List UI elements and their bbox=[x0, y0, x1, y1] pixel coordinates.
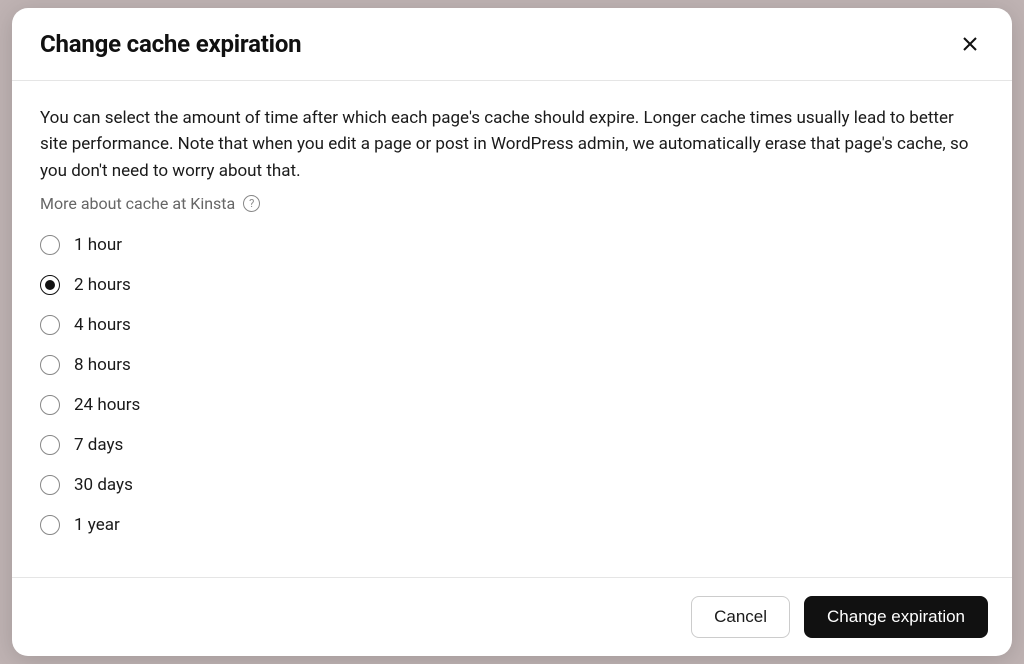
expiration-radio-group: 1 hour 2 hours 4 hours 8 hours 24 hours 7 day… bbox=[40, 235, 984, 535]
radio-button[interactable] bbox=[40, 435, 60, 455]
radio-label: 24 hours bbox=[74, 395, 140, 415]
radio-button[interactable] bbox=[40, 315, 60, 335]
radio-option[interactable]: 4 hours bbox=[40, 315, 984, 335]
change-expiration-button[interactable]: Change expiration bbox=[804, 596, 988, 638]
modal-header: Change cache expiration bbox=[12, 8, 1012, 81]
radio-option[interactable]: 7 days bbox=[40, 435, 984, 455]
radio-option[interactable]: 2 hours bbox=[40, 275, 984, 295]
radio-label: 4 hours bbox=[74, 315, 131, 335]
radio-label: 7 days bbox=[74, 435, 123, 455]
radio-button[interactable] bbox=[40, 395, 60, 415]
radio-label: 8 hours bbox=[74, 355, 131, 375]
radio-option[interactable]: 24 hours bbox=[40, 395, 984, 415]
radio-option[interactable]: 8 hours bbox=[40, 355, 984, 375]
modal-body: You can select the amount of time after … bbox=[12, 81, 1012, 577]
cache-expiration-modal: Change cache expiration You can select t… bbox=[12, 8, 1012, 656]
more-info-link: More about cache at Kinsta bbox=[40, 194, 235, 213]
close-button[interactable] bbox=[956, 30, 984, 58]
radio-option[interactable]: 30 days bbox=[40, 475, 984, 495]
modal-description: You can select the amount of time after … bbox=[40, 105, 984, 184]
radio-dot-icon bbox=[45, 280, 55, 290]
radio-label: 1 hour bbox=[74, 235, 122, 255]
radio-button[interactable] bbox=[40, 475, 60, 495]
radio-button[interactable] bbox=[40, 275, 60, 295]
modal-footer: Cancel Change expiration bbox=[12, 577, 1012, 656]
radio-label: 1 year bbox=[74, 515, 120, 535]
help-icon: ? bbox=[243, 195, 260, 212]
radio-button[interactable] bbox=[40, 235, 60, 255]
radio-option[interactable]: 1 year bbox=[40, 515, 984, 535]
radio-option[interactable]: 1 hour bbox=[40, 235, 984, 255]
radio-label: 30 days bbox=[74, 475, 133, 495]
cancel-button[interactable]: Cancel bbox=[691, 596, 790, 638]
radio-label: 2 hours bbox=[74, 275, 131, 295]
modal-title: Change cache expiration bbox=[40, 30, 301, 58]
close-icon bbox=[962, 36, 978, 52]
more-info-row[interactable]: More about cache at Kinsta ? bbox=[40, 194, 984, 213]
radio-button[interactable] bbox=[40, 515, 60, 535]
radio-button[interactable] bbox=[40, 355, 60, 375]
